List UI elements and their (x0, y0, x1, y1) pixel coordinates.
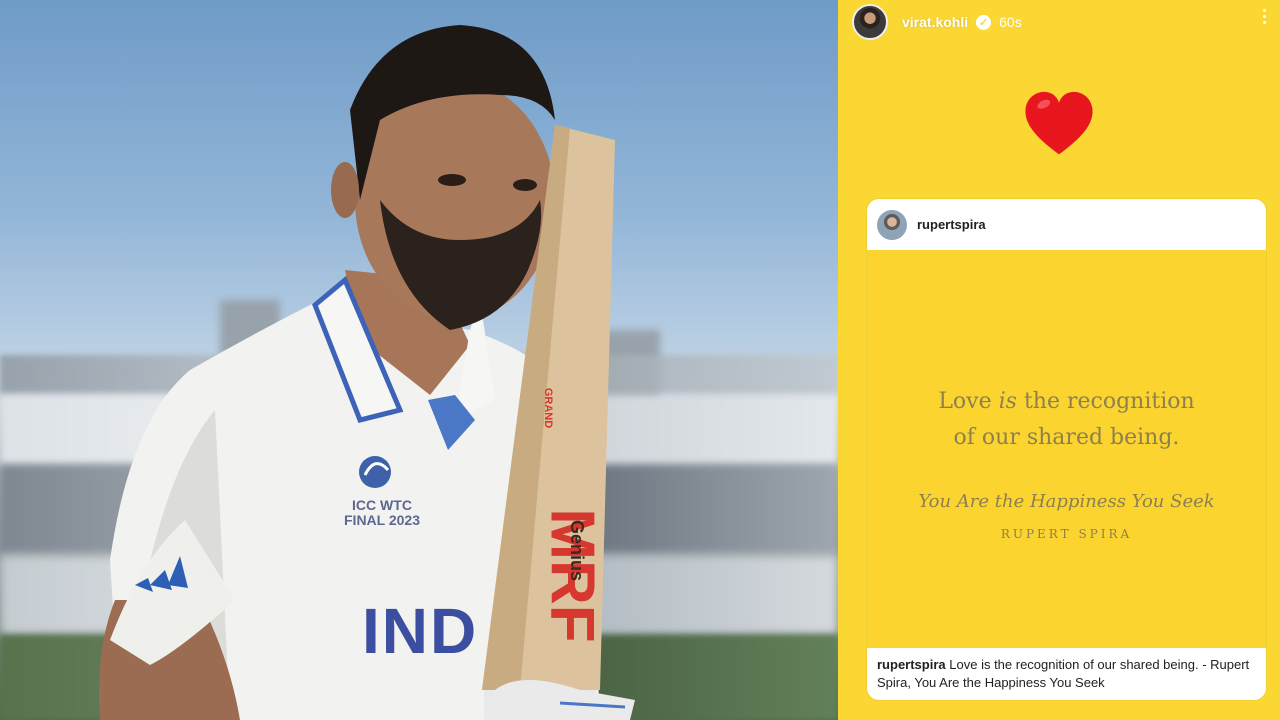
instagram-story: virat.kohli ✓ 60s rupertspira Love is th… (838, 0, 1280, 720)
book-title: You Are the Happiness You Seek (918, 491, 1215, 512)
quote-part1: Love (938, 389, 992, 414)
caption-username[interactable]: rupertspira (877, 657, 946, 672)
heart-icon (1025, 91, 1093, 155)
quote-part2: the recognition (1023, 389, 1195, 414)
story-timestamp: 60s (999, 14, 1022, 30)
quote-emphasis: is (998, 389, 1017, 414)
jersey-team-text: IND (362, 595, 479, 667)
shared-post-card[interactable]: rupertspira Love is the recognition of o… (867, 199, 1266, 700)
verified-badge-icon: ✓ (976, 14, 992, 30)
quote-line2: of our shared being. (953, 425, 1180, 450)
avatar[interactable] (852, 4, 888, 40)
jersey-logo-line1: ICC WTC (352, 497, 412, 513)
avatar[interactable] (877, 209, 907, 240)
bat-model-text: Genius (567, 519, 588, 582)
jersey-logo-text: ICC WTC FINAL 2023 (332, 498, 432, 527)
more-vertical-icon[interactable] (1254, 6, 1274, 26)
quote-author: RUPERT SPIRA (1000, 527, 1133, 541)
shared-post-header[interactable]: rupertspira (867, 199, 1266, 250)
shared-post-username[interactable]: rupertspira (917, 217, 986, 232)
bat-grand-text: GRAND (542, 387, 555, 429)
story-username[interactable]: virat.kohli (902, 14, 968, 30)
story-header: virat.kohli ✓ 60s (852, 4, 1272, 40)
quote-text: Love is the recognition of our shared be… (867, 384, 1266, 456)
jersey-logo-line2: FINAL 2023 (344, 511, 420, 528)
post-caption: rupertspira Love is the recognition of o… (867, 648, 1266, 700)
player-photo: ICC WTC FINAL 2023 IND GRAND MRF Genius (0, 0, 838, 720)
